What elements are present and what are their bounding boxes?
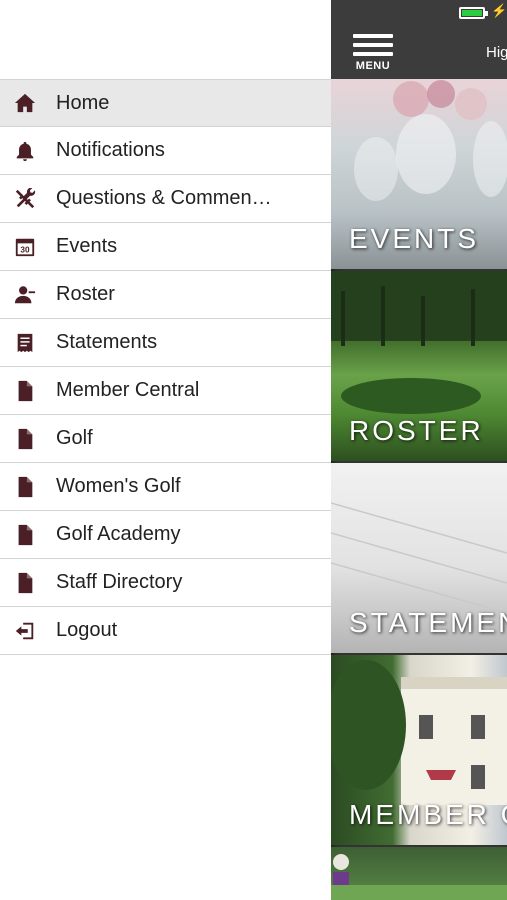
- menu-item-staff-directory[interactable]: Staff Directory: [0, 559, 331, 607]
- menu-item-label: Roster: [56, 283, 115, 305]
- tile-title: MEMBER C: [349, 799, 507, 830]
- statements-tile[interactable]: STATEMEN: [331, 463, 507, 653]
- charging-icon: ⚡: [491, 3, 507, 18]
- menu-item-label: Member Central: [56, 379, 200, 401]
- menu-item-member-central[interactable]: Member Central: [0, 367, 331, 415]
- menu-item-logout[interactable]: Logout: [0, 607, 331, 655]
- navigation-drawer: Home Notifications Questions & Commen… 3…: [0, 0, 331, 900]
- golf-image: [331, 854, 507, 900]
- tile-title: STATEMEN: [349, 607, 507, 638]
- top-bar: MENU ⚡ Hig: [331, 0, 507, 79]
- tools-icon: [12, 186, 38, 212]
- statement-icon: [12, 330, 38, 356]
- person-icon: [12, 282, 38, 308]
- menu-item-roster[interactable]: Roster: [0, 271, 331, 319]
- svg-text:30: 30: [20, 245, 30, 254]
- menu-item-statements[interactable]: Statements: [0, 319, 331, 367]
- bell-icon: [12, 138, 38, 164]
- calendar-icon: 30: [12, 234, 38, 260]
- logout-icon: [12, 618, 38, 644]
- roster-tile[interactable]: ROSTER: [331, 271, 507, 461]
- menu-label: MENU: [355, 60, 391, 72]
- menu-item-notifications[interactable]: Notifications: [0, 127, 331, 175]
- hamburger-bar: [353, 52, 393, 56]
- menu-item-label: Questions & Commen…: [56, 187, 272, 209]
- menu-item-home[interactable]: Home: [0, 79, 331, 127]
- menu-item-golf[interactable]: Golf: [0, 415, 331, 463]
- greeting-text: Hig: [486, 44, 507, 61]
- menu-item-label: Notifications: [56, 139, 165, 161]
- tile-title: EVENTS: [349, 223, 480, 254]
- menu-item-questions-comments[interactable]: Questions & Commen…: [0, 175, 331, 223]
- document-icon: [12, 426, 38, 452]
- menu-list: Home Notifications Questions & Commen… 3…: [0, 79, 331, 655]
- menu-item-label: Golf Academy: [56, 523, 181, 545]
- golf-tile[interactable]: [331, 847, 507, 900]
- menu-item-label: Events: [56, 235, 118, 257]
- document-icon: [12, 474, 38, 500]
- menu-button[interactable]: MENU: [353, 34, 393, 72]
- battery-icon: [459, 7, 488, 19]
- tile-title: ROSTER: [349, 415, 484, 446]
- events-tile[interactable]: EVENTS: [331, 79, 507, 269]
- menu-item-golf-academy[interactable]: Golf Academy: [0, 511, 331, 559]
- menu-item-label: Home: [56, 91, 110, 114]
- menu-item-womens-golf[interactable]: Women's Golf: [0, 463, 331, 511]
- menu-item-label: Statements: [56, 331, 158, 353]
- menu-item-label: Women's Golf: [56, 475, 181, 497]
- menu-item-label: Staff Directory: [56, 571, 183, 593]
- document-icon: [12, 570, 38, 596]
- member-central-tile[interactable]: MEMBER C: [331, 655, 507, 845]
- hamburger-icon: [353, 34, 393, 38]
- document-icon: [12, 378, 38, 404]
- menu-item-label: Logout: [56, 619, 118, 641]
- menu-item-label: Golf: [56, 427, 93, 449]
- hamburger-bar: [353, 43, 393, 47]
- main-content-panel: MENU ⚡ Hig EVENTS ROSTER STATEMEN MEMBER…: [331, 0, 507, 900]
- home-icon: [12, 90, 38, 116]
- menu-item-events[interactable]: 30 Events: [0, 223, 331, 271]
- document-icon: [12, 522, 38, 548]
